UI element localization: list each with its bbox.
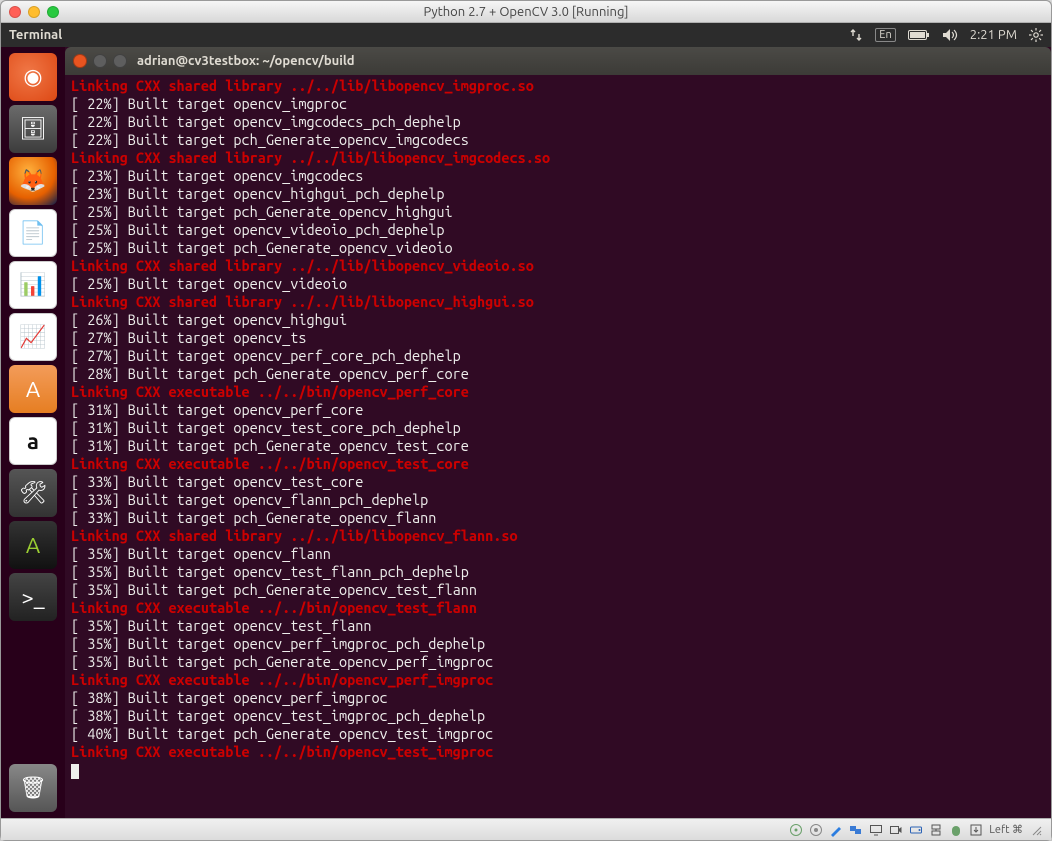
mac-titlebar[interactable]: Python 2.7 + OpenCV 3.0 [Running] <box>1 1 1051 23</box>
host-key-label: Left ⌘ <box>989 823 1023 836</box>
terminal-title: adrian@cv3testbox: ~/opencv/build <box>137 54 355 68</box>
terminal-icon[interactable]: >_ <box>9 573 57 621</box>
files-icon[interactable]: 🗄 <box>9 105 57 153</box>
clock[interactable]: 2:21 PM <box>970 28 1017 42</box>
sb-hdd-icon[interactable] <box>909 823 923 837</box>
sb-mouse-integration-icon[interactable] <box>949 823 963 837</box>
calc-icon[interactable]: 📊 <box>9 261 57 309</box>
gear-icon[interactable] <box>1029 28 1043 42</box>
sb-download-icon[interactable] <box>969 823 983 837</box>
vm-desktop: Terminal En 2:21 PM ◉🗄🦊📄📊📈Aa🛠A> <box>1 23 1051 818</box>
amazon-icon[interactable]: a <box>9 417 57 465</box>
battery-icon[interactable] <box>908 29 930 41</box>
sound-icon[interactable] <box>942 28 958 42</box>
ubuntu-dash-icon[interactable]: ◉ <box>9 53 57 101</box>
terminal-close-button[interactable] <box>73 54 87 68</box>
keyboard-layout-indicator[interactable]: En <box>875 28 895 42</box>
terminal-maximize-button[interactable] <box>113 54 127 68</box>
terminal-titlebar[interactable]: adrian@cv3testbox: ~/opencv/build <box>65 47 1051 75</box>
panel-indicators: En 2:21 PM <box>849 28 1043 42</box>
sb-shared-folder-icon[interactable] <box>849 823 863 837</box>
sb-usb-icon[interactable] <box>809 823 823 837</box>
sb-video-capture-icon[interactable] <box>889 823 903 837</box>
settings-icon[interactable]: 🛠 <box>9 469 57 517</box>
writer-icon[interactable]: 📄 <box>9 209 57 257</box>
trash-icon[interactable]: 🗑 <box>9 764 57 812</box>
network-icon[interactable] <box>849 28 863 42</box>
sb-optical-icon[interactable] <box>789 823 803 837</box>
terminal-window: adrian@cv3testbox: ~/opencv/build Linkin… <box>65 47 1051 818</box>
sb-pen-icon[interactable] <box>829 823 843 837</box>
software-center-icon[interactable]: A <box>9 365 57 413</box>
sb-display-icon[interactable] <box>869 823 883 837</box>
sb-network-icon[interactable] <box>929 823 943 837</box>
terminal-output[interactable]: Linking CXX shared library ../../lib/lib… <box>65 75 1051 818</box>
ubuntu-top-panel[interactable]: Terminal En 2:21 PM <box>1 23 1051 47</box>
impress-icon[interactable]: 📈 <box>9 313 57 361</box>
firefox-icon[interactable]: 🦊 <box>9 157 57 205</box>
vm-statusbar: Left ⌘ <box>1 818 1051 840</box>
mac-window: Python 2.7 + OpenCV 3.0 [Running] Termin… <box>0 0 1052 841</box>
sb-resize-grip-icon[interactable] <box>1029 823 1043 837</box>
unity-launcher: ◉🗄🦊📄📊📈Aa🛠A>_🗑 <box>1 47 65 818</box>
ubuntu-main-area: ◉🗄🦊📄📊📈Aa🛠A>_🗑 adrian@cv3testbox: ~/openc… <box>1 47 1051 818</box>
software-updater-icon[interactable]: A <box>9 521 57 569</box>
terminal-minimize-button[interactable] <box>93 54 107 68</box>
desktop-area: adrian@cv3testbox: ~/opencv/build Linkin… <box>65 47 1051 818</box>
mac-window-title: Python 2.7 + OpenCV 3.0 [Running] <box>9 5 1043 19</box>
active-app-name: Terminal <box>9 28 62 42</box>
